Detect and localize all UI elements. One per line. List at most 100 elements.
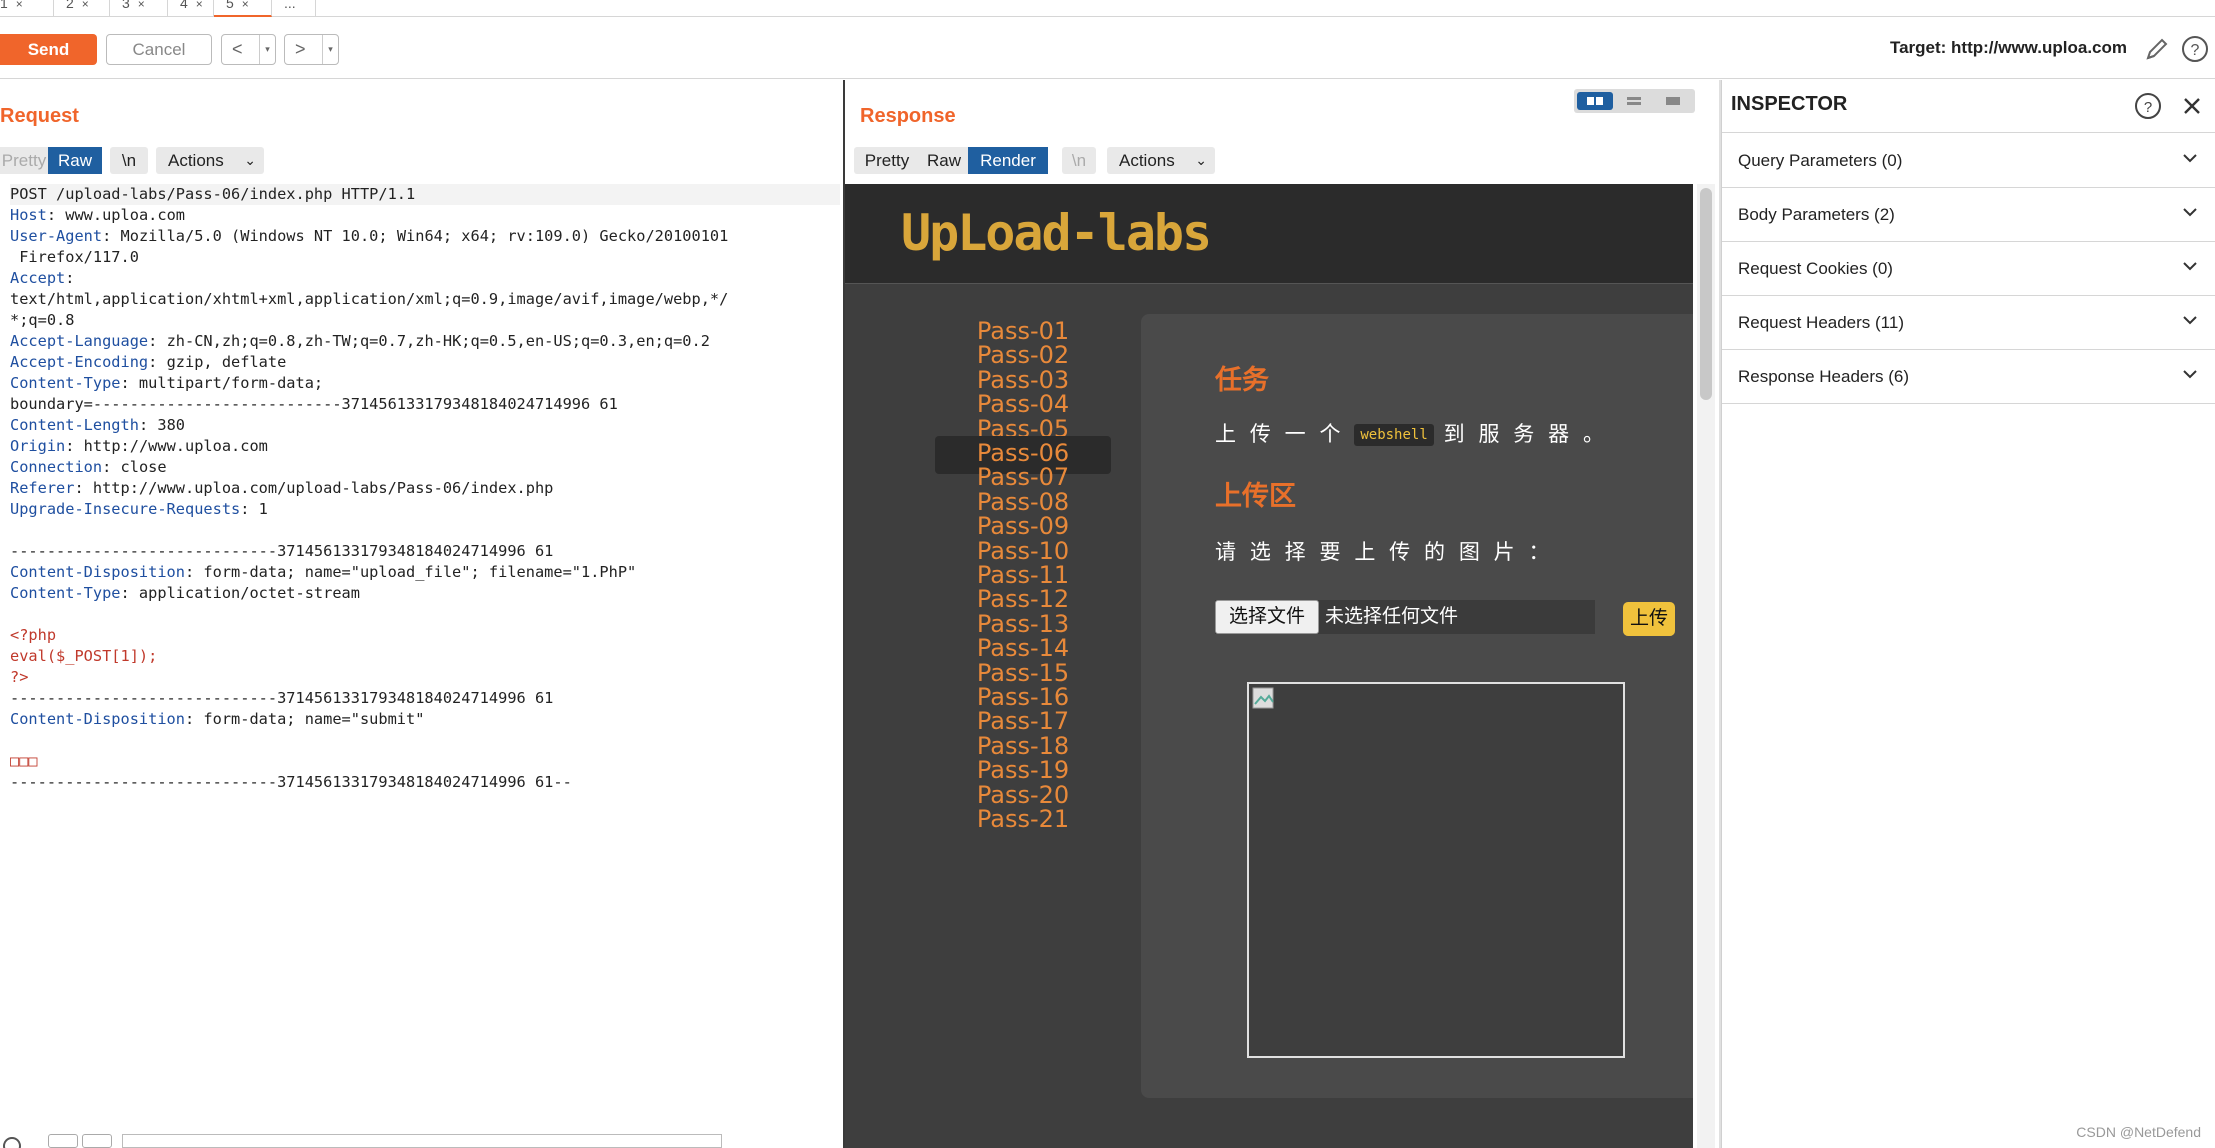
chevron-down-icon[interactable] [2180,310,2200,330]
side-by-side-layout-icon[interactable] [1577,92,1613,110]
request-editor[interactable]: POST /upload-labs/Pass-06/index.php HTTP… [10,184,840,793]
search-input[interactable] [122,1134,722,1148]
request-actions-dropdown[interactable]: Actions ⌄ [156,147,264,174]
repeater-tab-1[interactable]: 1 × [0,0,54,17]
request-line: text/html,application/xhtml+xml,applicat… [10,290,729,308]
tab-pretty[interactable]: Pretty [0,147,48,174]
request-line: Referer: http://www.uploa.com/upload-lab… [10,479,554,497]
scrollbar-thumb[interactable] [1700,188,1712,400]
newline-toggle[interactable]: \n [110,147,148,174]
tab-label: 2 [66,0,74,11]
request-line: Content-Length: 380 [10,416,185,434]
tab-raw[interactable]: Raw [920,147,968,174]
webshell-tag: webshell [1354,424,1434,447]
close-icon[interactable] [2180,94,2204,118]
chevron-down-icon[interactable] [2180,256,2200,276]
chevron-down-icon: ⌄ [1195,152,1207,168]
close-icon[interactable]: × [196,0,203,11]
edit-target-icon[interactable] [2142,34,2172,64]
repeater-tab-5[interactable]: 5 × [214,0,272,17]
inspector-section[interactable]: Request Headers (11) [1722,296,2215,350]
request-line: Host: www.uploa.com [10,206,185,224]
inspector-section-label: Query Parameters (0) [1738,151,1903,170]
tabbed-layout-icon[interactable] [1655,92,1691,110]
request-line: Accept-Encoding: gzip, deflate [10,353,287,371]
newline-toggle[interactable]: \n [1062,147,1096,174]
tab-raw[interactable]: Raw [48,147,102,174]
inspector-section[interactable]: Body Parameters (2) [1722,188,2215,242]
request-line [10,520,840,541]
settings-icon[interactable] [0,1134,21,1148]
history-forward-button[interactable]: > ▾ [284,34,339,65]
close-icon[interactable]: × [82,0,89,11]
broken-image-icon [1252,687,1274,709]
tab-label: 1 [0,0,8,11]
request-line: -----------------------------37145613317… [10,773,572,791]
help-icon[interactable]: ? [2180,34,2210,64]
send-button[interactable]: Send [0,34,97,65]
task-card: 任务 上 传 一 个 webshell 到 服 务 器 。 上传区 请 选 择 … [1141,314,1693,1098]
request-line: ?> [10,668,29,686]
repeater-tab-4[interactable]: 4 × [168,0,214,17]
upload-heading: 上传区 [1215,481,1296,511]
request-line: Content-Disposition: form-data; name="su… [10,710,425,728]
tab-label: 5 [226,0,234,11]
response-actions-dropdown[interactable]: Actions ⌄ [1107,147,1215,174]
response-scrollbar[interactable] [1697,184,1715,1148]
cancel-button[interactable]: Cancel [106,34,212,65]
request-line: eval($_POST[1]); [10,647,158,665]
request-line: □□□ [10,752,38,770]
file-input[interactable]: 选择文件 未选择任何文件 [1215,600,1595,634]
request-line: -----------------------------37145613317… [10,542,554,560]
repeater-tab-strip: 1 × 2 × 3 × 4 × 5 × ... [0,0,2215,17]
request-search-bar [0,1132,843,1148]
inspector-panel: INSPECTOR ? Query Parameters (0) Body Par… [1721,80,2215,1148]
help-icon[interactable]: ? [2134,92,2162,120]
task-text-before: 上 传 一 个 [1215,423,1355,446]
request-pane: Request Pretty Raw \n Actions ⌄ POST /up… [0,80,843,1148]
stacked-layout-icon[interactable] [1616,92,1652,110]
chevron-down-icon[interactable] [2180,364,2200,384]
repeater-tab-3[interactable]: 3 × [110,0,168,17]
close-icon[interactable]: × [138,0,145,11]
repeater-toolbar: Send Cancel < ▾ > ▾ Target: http://www.u… [0,17,2215,79]
uploaded-image-preview [1247,682,1625,1058]
task-heading: 任务 [1215,365,1269,395]
history-back-button[interactable]: < ▾ [221,34,276,65]
pass-link[interactable]: Pass-21 [935,802,1111,840]
request-line: User-Agent: Mozilla/5.0 (Windows NT 10.0… [10,227,729,245]
inspector-section-label: Request Headers (11) [1738,313,1904,332]
search-prev-button[interactable] [48,1134,78,1148]
watermark-credit: CSDN @NetDefend [2076,1124,2201,1140]
request-title: Request [0,105,79,127]
request-line: Content-Type: application/octet-stream [10,584,360,602]
inspector-section[interactable]: Request Cookies (0) [1722,242,2215,296]
repeater-tab-more[interactable]: ... [272,0,316,17]
tab-label: 3 [122,0,130,11]
tab-pretty[interactable]: Pretty [854,147,920,174]
inspector-header: INSPECTOR ? [1722,80,2215,133]
request-line: <?php [10,626,57,644]
repeater-tab-2[interactable]: 2 × [54,0,110,17]
request-line: Upgrade-Insecure-Requests: 1 [10,500,268,518]
chevron-down-icon[interactable] [2180,148,2200,168]
choose-file-label: 请 选 择 要 上 传 的 图 片 ： [1215,541,1554,564]
dropdown-arrow-icon[interactable]: ▾ [259,35,275,64]
tab-render[interactable]: Render [968,147,1048,174]
response-pane: Response Pretty Raw Render \n Actions ⌄ … [845,80,1719,1148]
inspector-section-label: Request Cookies (0) [1738,259,1893,278]
close-icon[interactable]: × [16,0,23,11]
tab-label: 4 [180,0,188,11]
chevron-down-icon[interactable] [2180,202,2200,222]
upload-button[interactable]: 上传 [1623,602,1675,636]
request-line: -----------------------------37145613317… [10,689,554,707]
no-file-selected-text: 未选择任何文件 [1325,606,1459,627]
request-line: *;q=0.8 [10,311,75,329]
inspector-section[interactable]: Query Parameters (0) [1722,134,2215,188]
search-next-button[interactable] [82,1134,112,1148]
choose-file-button[interactable]: 选择文件 [1215,600,1319,634]
request-line: Accept: [10,269,75,287]
close-icon[interactable]: × [242,0,249,11]
dropdown-arrow-icon[interactable]: ▾ [322,35,338,64]
inspector-section[interactable]: Response Headers (6) [1722,350,2215,404]
